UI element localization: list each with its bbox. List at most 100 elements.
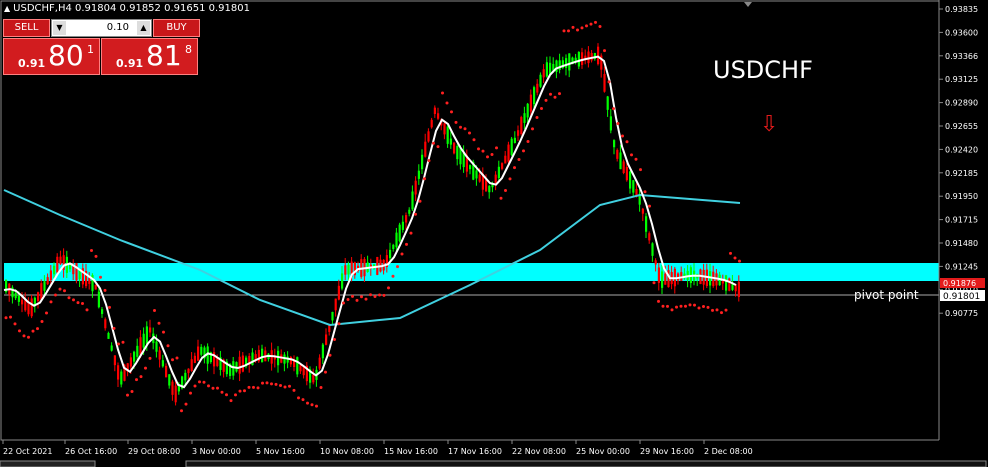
sar-dot: [301, 398, 305, 402]
candle-body: [142, 333, 145, 348]
sar-dot: [441, 91, 444, 95]
time-tick-label: 22 Nov 08:00: [512, 447, 566, 456]
candle-body: [549, 62, 552, 74]
candle-body: [664, 273, 667, 285]
buy-price-button[interactable]: 0.91 81 8: [101, 38, 198, 75]
sar-dot: [135, 378, 138, 382]
sar-dot: [517, 157, 521, 161]
candle-body: [657, 267, 660, 283]
sar-dot: [243, 389, 246, 393]
candle-body: [417, 170, 420, 179]
sar-dot: [346, 298, 350, 302]
candle-body: [46, 277, 49, 285]
candle-body: [622, 161, 625, 173]
sar-dot: [580, 26, 584, 30]
sar-dot: [378, 293, 381, 297]
candle-body: [101, 309, 104, 314]
candle-body: [334, 298, 337, 311]
sar-dot: [553, 95, 557, 99]
candle-body: [619, 152, 622, 170]
sar-dot: [198, 380, 201, 384]
sar-dot: [585, 24, 588, 28]
candle-body: [398, 224, 401, 242]
sar-dot: [292, 388, 296, 392]
candle-body: [517, 130, 520, 136]
sar-dot: [463, 127, 467, 131]
candle-body: [501, 163, 504, 169]
candle-body: [510, 138, 513, 155]
lot-size-value[interactable]: 0.10: [107, 21, 129, 35]
sar-dot: [504, 189, 507, 193]
sell-price-button[interactable]: 0.91 80 1: [3, 38, 100, 75]
candle-body: [200, 346, 203, 355]
candle-body: [453, 142, 456, 154]
candle-body: [587, 51, 590, 64]
candle-body: [411, 191, 414, 210]
sar-dot: [409, 231, 413, 235]
sar-dot: [306, 401, 309, 405]
candle-body: [581, 52, 584, 65]
sar-dot: [535, 116, 539, 120]
sar-dot: [558, 92, 561, 96]
sar-dot: [99, 275, 102, 279]
sar-dot: [166, 344, 170, 348]
candle-body: [401, 221, 404, 230]
sar-dot: [319, 386, 323, 390]
candle-body: [149, 327, 152, 333]
sar-dot: [472, 138, 476, 142]
candle-body: [136, 345, 139, 357]
sar-dot: [634, 157, 638, 161]
candle-body: [21, 299, 24, 305]
sar-dot: [544, 98, 548, 102]
sar-dot: [621, 134, 624, 138]
candle-body: [337, 285, 340, 300]
sar-dot: [180, 409, 183, 413]
pivot-point-label: pivot point: [854, 288, 919, 302]
candle-body: [184, 372, 187, 381]
candle-body: [648, 233, 651, 241]
candle-body: [616, 149, 619, 159]
sar-dot: [297, 396, 300, 400]
chevron-down-icon[interactable]: ▼: [53, 21, 66, 35]
candle-body: [728, 278, 731, 291]
candle-body: [299, 365, 302, 372]
candle-body: [312, 374, 315, 383]
candle-body: [539, 74, 542, 87]
sar-dot: [477, 147, 480, 151]
sar-dot: [598, 24, 602, 28]
sar-dot: [373, 294, 377, 298]
scroll-tab-left[interactable]: [0, 460, 96, 467]
sar-dot: [396, 265, 399, 269]
sar-dot: [211, 386, 215, 390]
time-tick-label: 29 Oct 08:00: [128, 447, 180, 456]
candle-body: [289, 356, 292, 365]
scroll-tab-right[interactable]: [185, 460, 987, 467]
sell-button[interactable]: SELL: [3, 19, 50, 37]
sar-dot: [36, 327, 39, 331]
price-tick-label: 0.90775: [945, 309, 978, 318]
price-tick-label: 0.91950: [945, 192, 978, 201]
sar-dot: [526, 139, 530, 143]
price-tick-label: 0.92655: [945, 122, 978, 131]
time-tick-label: 26 Oct 16:00: [65, 447, 117, 456]
candle-body: [737, 281, 740, 298]
sar-dot: [666, 304, 669, 308]
lot-size-field[interactable]: ▼ 0.10 ▲: [51, 19, 152, 37]
candle-body: [37, 292, 40, 302]
time-tick-label: 15 Nov 16:00: [384, 447, 438, 456]
price-tick-label: 0.92890: [945, 99, 978, 108]
sar-dot: [630, 153, 633, 157]
sar-dot: [49, 300, 53, 304]
candle-body: [325, 334, 328, 345]
chevron-up-icon[interactable]: ▲: [137, 21, 150, 35]
sar-dot: [657, 299, 660, 303]
buy-button[interactable]: BUY: [153, 19, 200, 37]
candle-body: [520, 117, 523, 134]
price-tick-label: 0.93125: [945, 75, 978, 84]
sar-dot: [130, 389, 134, 393]
candle-body: [568, 53, 571, 71]
sar-dot: [40, 319, 44, 323]
candle-body: [97, 291, 100, 308]
sar-dot: [94, 254, 98, 258]
sar-dot: [499, 196, 503, 200]
